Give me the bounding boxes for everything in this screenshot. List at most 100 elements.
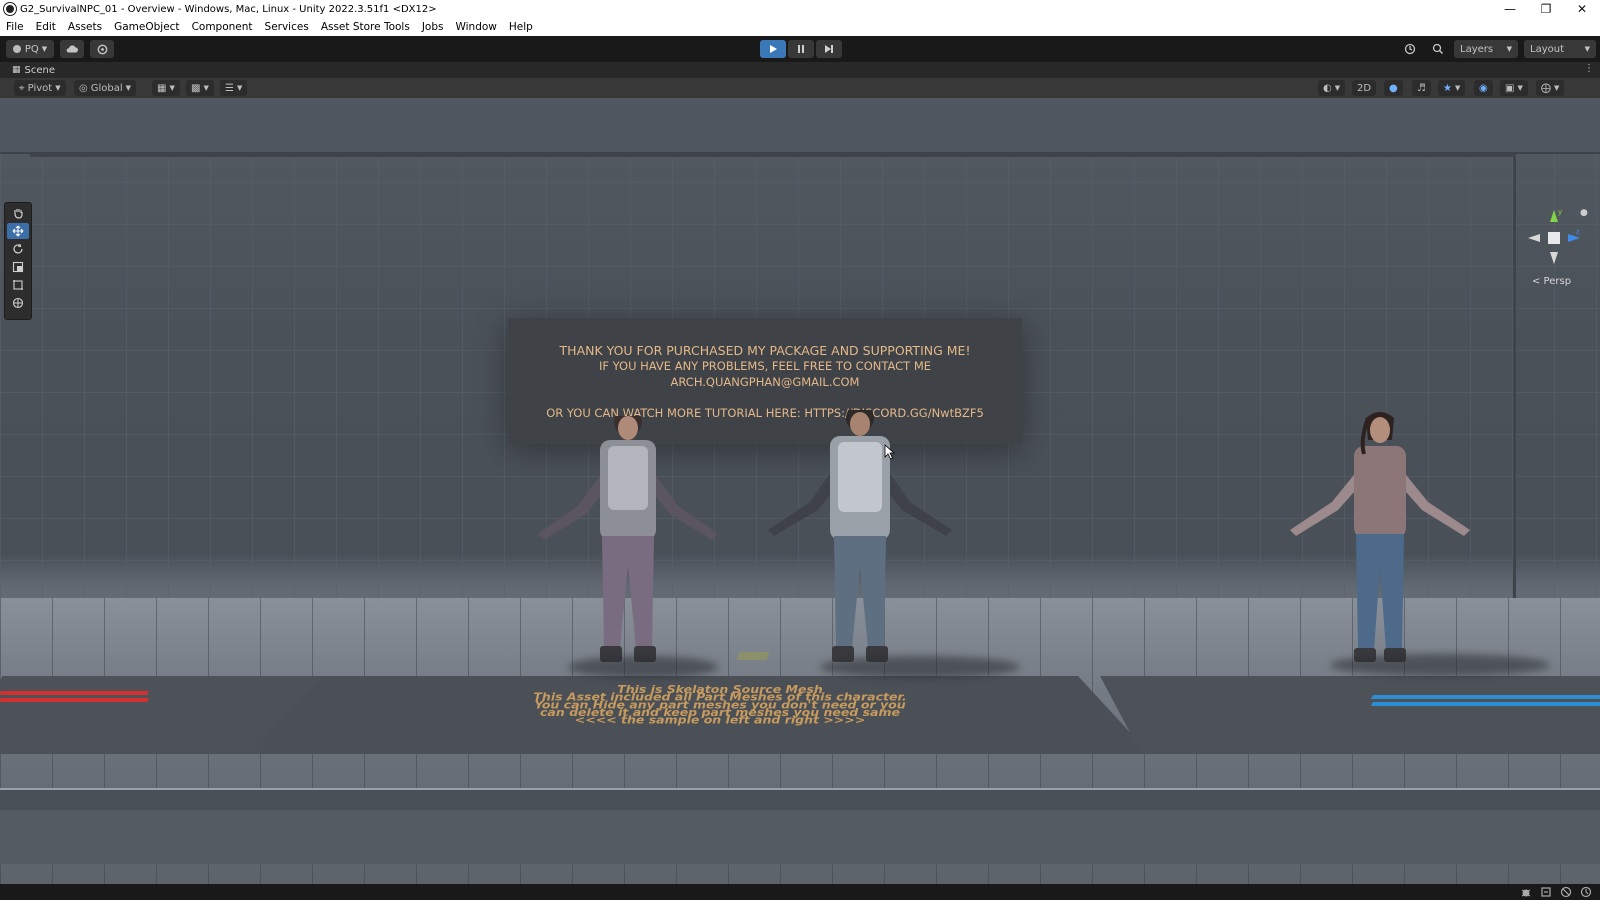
transform-tool-icon[interactable] — [7, 295, 29, 311]
chevron-down-icon: ▼ — [236, 84, 243, 92]
draw-mode-dropdown[interactable]: ◐ ▼ — [1318, 80, 1346, 96]
mouse-cursor-icon — [884, 444, 896, 460]
audio-toggle[interactable]: ♬ — [1412, 80, 1431, 96]
scale-tool-icon[interactable] — [7, 259, 29, 275]
account-icon — [12, 45, 21, 53]
eye-icon: ◉ — [1479, 82, 1488, 94]
history-icon[interactable] — [1398, 40, 1422, 58]
persp-label[interactable]: < Persp — [1532, 276, 1571, 287]
orientation-gizmo[interactable]: y z — [1526, 206, 1582, 270]
wall-top — [0, 98, 1600, 154]
hand-tool-icon[interactable] — [7, 205, 29, 221]
search-icon[interactable] — [1426, 40, 1450, 58]
chevron-down-icon: ▼ — [1584, 45, 1590, 53]
chevron-down-icon: ▼ — [169, 84, 175, 92]
chevron-down-icon: ▼ — [1554, 84, 1560, 92]
menu-component[interactable]: Component — [186, 21, 259, 33]
status-bar — [0, 884, 1600, 900]
globe-icon: ◎ — [79, 82, 88, 94]
scene-tab-bar: ▦ Scene ⋮ — [0, 62, 1600, 78]
scene-visibility-toggle[interactable]: ◉ — [1474, 80, 1493, 96]
close-icon[interactable]: ✕ — [1564, 2, 1600, 16]
character-right[interactable] — [1280, 410, 1550, 678]
lock-icon[interactable]: ● — [1580, 208, 1588, 218]
lighting-toggle[interactable]: ● — [1384, 80, 1403, 96]
floor-step-edge — [0, 788, 1600, 810]
align-dropdown[interactable]: ☰ ▼ — [220, 80, 248, 96]
pivot-label: Pivot — [27, 82, 53, 94]
svg-text:z: z — [1576, 228, 1580, 236]
chevron-down-icon: ▼ — [55, 84, 61, 92]
auto-generate-lighting-icon[interactable] — [1580, 886, 1592, 898]
grid-snap-dropdown[interactable]: ▦ ▼ — [152, 80, 180, 96]
layout-label: Layout — [1530, 43, 1564, 55]
pivot-icon: ⌖ — [19, 82, 25, 94]
floor-prop — [736, 652, 770, 660]
layers-label: Layers — [1460, 43, 1494, 55]
gizmos-icon: ⨁ — [1541, 82, 1551, 94]
chevron-down-icon: ▼ — [1454, 84, 1461, 92]
tab-scene[interactable]: ▦ Scene — [4, 62, 63, 78]
menu-edit[interactable]: Edit — [30, 21, 62, 33]
unity-logo-icon — [4, 3, 16, 15]
align-icon: ☰ — [225, 82, 234, 94]
mode-2d-label: 2D — [1357, 82, 1372, 94]
rect-tool-icon[interactable] — [7, 277, 29, 293]
bug-icon[interactable] — [1520, 886, 1532, 898]
scene-viewport[interactable]: This is Skelaton Source Mesh This Asset … — [0, 98, 1600, 884]
layers-dropdown[interactable]: Layers ▼ — [1454, 40, 1518, 58]
plate-line-5: <<<< the sample on left and right >>>> — [574, 713, 866, 727]
effects-dropdown[interactable]: ★ ▼ — [1438, 80, 1466, 96]
more-options-icon[interactable]: ⋮ — [1584, 63, 1594, 74]
global-dropdown[interactable]: ◎ Global ▼ — [74, 80, 137, 96]
sign-line-3: ARCH.QUANGPHAN@GMAIL.COM — [670, 375, 860, 389]
step-button[interactable] — [816, 40, 842, 58]
snap-increment-dropdown[interactable]: ▩ ▼ — [186, 80, 214, 96]
menu-services[interactable]: Services — [259, 21, 315, 33]
tool-palette — [4, 202, 32, 320]
chevron-down-icon: ▼ — [203, 84, 209, 92]
menu-jobs[interactable]: Jobs — [416, 21, 450, 33]
menu-file[interactable]: File — [0, 21, 30, 33]
collab-icon[interactable] — [90, 40, 114, 58]
restore-icon[interactable]: ❐ — [1528, 2, 1564, 16]
lightbulb-icon: ● — [1389, 82, 1398, 94]
play-button[interactable] — [760, 40, 786, 58]
pause-button[interactable] — [788, 40, 814, 58]
account-dropdown[interactable]: PQ ▼ — [6, 40, 54, 58]
progress-icon[interactable] — [1540, 886, 1552, 898]
menu-assets[interactable]: Assets — [62, 21, 108, 33]
sign-line-1: THANK YOU FOR PURCHASED MY PACKAGE AND S… — [559, 343, 971, 358]
rotate-tool-icon[interactable] — [7, 241, 29, 257]
pivot-dropdown[interactable]: ⌖ Pivot ▼ — [14, 80, 66, 96]
account-label: PQ — [24, 43, 39, 55]
cloud-icon[interactable] — [60, 40, 84, 58]
toggle-2d-button[interactable]: 2D — [1352, 80, 1377, 96]
menu-asset-store-tools[interactable]: Asset Store Tools — [315, 21, 416, 33]
sign-line-2: IF YOU HAVE ANY PROBLEMS, FEEL FREE TO C… — [598, 359, 932, 373]
menu-window[interactable]: Window — [449, 21, 502, 33]
right-plate-text — [1370, 692, 1600, 712]
audio-icon: ♬ — [1417, 82, 1426, 94]
tab-scene-label: Scene — [24, 64, 56, 76]
camera-icon: ▣ — [1505, 82, 1515, 94]
character-center[interactable] — [760, 404, 1020, 678]
character-left[interactable] — [528, 408, 728, 678]
snap-icon: ▩ — [191, 82, 201, 94]
camera-dropdown[interactable]: ▣ ▼ — [1500, 80, 1528, 96]
chevron-down-icon: ▼ — [1517, 84, 1523, 92]
menu-bar: File Edit Assets GameObject Component Se… — [0, 18, 1600, 36]
scene-toolbar: ⌖ Pivot ▼ ◎ Global ▼ ▦ ▼ ▩ ▼ ☰ ▼ ◐ ▼ 2D … — [0, 78, 1600, 98]
layout-dropdown[interactable]: Layout ▼ — [1524, 40, 1596, 58]
minimize-icon[interactable]: — — [1492, 2, 1528, 16]
cache-icon[interactable] — [1560, 886, 1572, 898]
plate-caption: This is Skelaton Source Mesh This Asset … — [420, 684, 1020, 727]
window-title: G2_SurvivalNPC_01 - Overview - Windows, … — [20, 3, 437, 15]
move-tool-icon[interactable] — [7, 223, 29, 239]
menu-help[interactable]: Help — [503, 21, 539, 33]
menu-gameobject[interactable]: GameObject — [108, 21, 185, 33]
grid-snap-icon: ▦ — [157, 82, 167, 94]
grid-icon: ▦ — [12, 65, 21, 75]
chevron-down-icon: ▼ — [1334, 84, 1341, 92]
gizmos-dropdown[interactable]: ⨁ ▼ — [1536, 80, 1565, 96]
